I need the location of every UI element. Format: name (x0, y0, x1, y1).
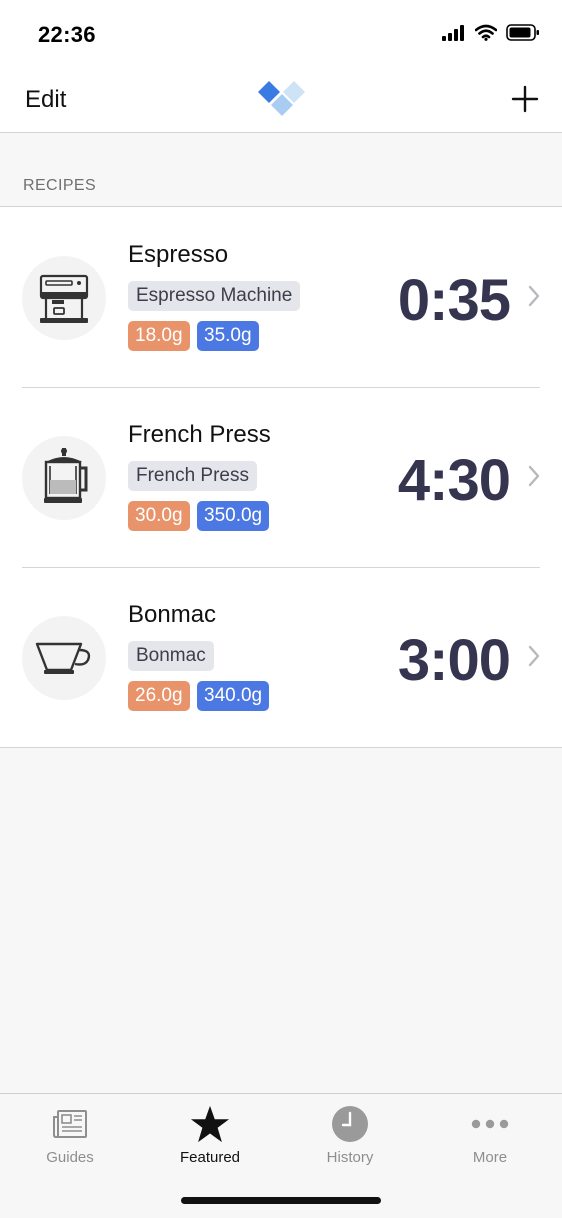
yield-tag: 350.0g (197, 501, 270, 531)
brew-time: 3:00 (397, 628, 511, 693)
chevron-right-icon (528, 465, 540, 487)
device-tag: Espresso Machine (128, 281, 301, 311)
recipe-name: French Press (128, 421, 271, 448)
navigation-bar: Edit (0, 66, 562, 133)
tab-label: History (326, 1149, 374, 1166)
tab-more[interactable]: More (420, 1094, 560, 1179)
espresso-machine-icon (39, 274, 89, 323)
recipe-thumbnail (22, 256, 106, 340)
recipe-list: Espresso Espresso Machine 18.0g 35.0g 0:… (0, 206, 562, 748)
cellular-signal-icon (442, 24, 464, 41)
status-icons (442, 24, 540, 41)
device-tag: French Press (128, 461, 257, 491)
home-indicator[interactable] (181, 1197, 381, 1204)
dose-tag: 18.0g (128, 321, 190, 351)
star-icon (190, 1105, 230, 1143)
tab-label: Featured (179, 1149, 241, 1166)
dose-tag: 30.0g (128, 501, 190, 531)
chevron-right-icon (528, 645, 540, 667)
yield-tag: 340.0g (197, 681, 270, 711)
brew-time: 0:35 (397, 268, 511, 333)
recipe-thumbnail (22, 436, 106, 520)
dose-tag: 26.0g (128, 681, 190, 711)
yield-tag: 35.0g (197, 321, 259, 351)
chevron-right-icon (528, 285, 540, 307)
tab-featured[interactable]: Featured (140, 1094, 280, 1179)
plus-icon[interactable] (510, 84, 540, 114)
tab-history[interactable]: History (280, 1094, 420, 1179)
brew-time: 4:30 (397, 448, 511, 513)
french-press-icon (44, 448, 88, 503)
recipe-name: Bonmac (128, 601, 217, 628)
clock-icon (332, 1106, 368, 1142)
recipe-row-french-press[interactable]: French Press French Press 30.0g 350.0g 4… (0, 387, 562, 567)
tab-label: Guides (46, 1149, 94, 1166)
recipe-row-espresso[interactable]: Espresso Espresso Machine 18.0g 35.0g 0:… (0, 207, 562, 387)
recipe-name: Espresso (128, 241, 229, 268)
screen: 22:36 Edit RECIPES Espresso Espresso Mac… (0, 0, 562, 1218)
status-time: 22:36 (38, 22, 96, 47)
recipe-row-bonmac[interactable]: Bonmac Bonmac 26.0g 340.0g 3:00 (0, 567, 562, 747)
tab-guides[interactable]: Guides (0, 1094, 140, 1179)
diamond-logo-icon (258, 81, 305, 116)
wifi-icon (475, 24, 497, 41)
newspaper-icon (53, 1110, 87, 1138)
battery-icon (506, 24, 539, 41)
section-header-recipes: RECIPES (23, 177, 97, 194)
device-tag: Bonmac (128, 641, 214, 671)
recipe-thumbnail (22, 616, 106, 700)
tab-label: More (472, 1149, 508, 1166)
edit-button[interactable]: Edit (25, 86, 66, 114)
pour-over-dripper-icon (35, 642, 91, 674)
ellipsis-icon (471, 1119, 509, 1129)
status-bar: 22:36 (0, 0, 562, 66)
